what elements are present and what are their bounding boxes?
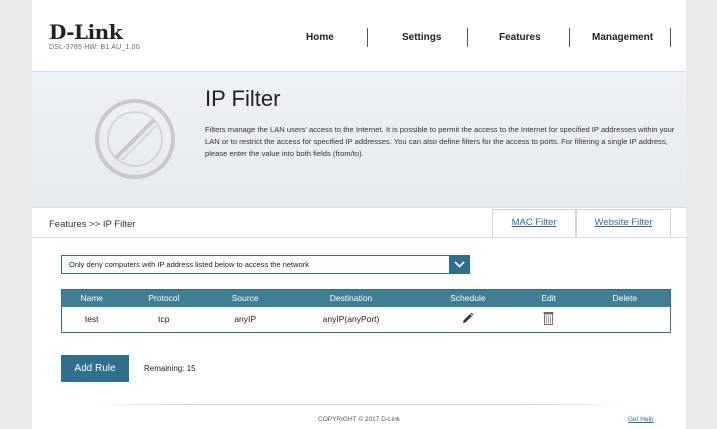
column-header-edit: Edit: [517, 289, 580, 307]
tab-mac-filter[interactable]: MAC Filter: [492, 209, 576, 237]
remaining-count: Remaining: 15: [144, 364, 196, 373]
copyright-text: COPYRIGHT © 2017 D-Link: [318, 416, 400, 423]
page-title: IP Filter: [205, 86, 281, 111]
forbidden-icon: [95, 99, 175, 179]
column-header-schedule: Schedule: [417, 289, 518, 307]
nav-separator: [367, 28, 368, 47]
cell-source: anyIP: [206, 306, 285, 333]
cell-schedule: [417, 306, 518, 333]
nav-features[interactable]: Features: [499, 32, 541, 43]
nav-home[interactable]: Home: [306, 32, 334, 43]
model-info: DSL-3785 HW: B1 AU_1.00: [49, 44, 140, 51]
column-header-destination: Destination: [284, 289, 418, 307]
dropdown-button[interactable]: [449, 255, 470, 274]
pencil-icon[interactable]: [461, 312, 474, 325]
logo-text: D-Link: [49, 20, 123, 44]
page-container: D-Link DSL-3785 HW: B1 AU_1.00 Home Sett…: [32, 0, 686, 429]
table-header-row: Name Protocol Source Destination Schedul…: [61, 289, 671, 307]
trash-icon[interactable]: [543, 311, 554, 326]
column-header-protocol: Protocol: [121, 289, 207, 307]
breadcrumb: Features >> IP Filter: [49, 219, 136, 230]
column-header-source: Source: [206, 289, 285, 307]
nav-separator: [569, 28, 570, 47]
nav-management[interactable]: Management: [592, 32, 653, 43]
cell-destination: anyIP(anyPort): [284, 306, 418, 333]
get-help-link[interactable]: Get Help: [628, 416, 654, 423]
filter-mode-select[interactable]: Only deny computers with IP address list…: [61, 255, 470, 274]
page-banner: IP Filter Filters manage the LAN users' …: [32, 71, 686, 208]
chevron-down-icon: [454, 261, 465, 268]
nav-settings[interactable]: Settings: [402, 32, 441, 43]
column-header-delete: Delete: [579, 289, 671, 307]
table-row: test tcp anyIP anyIP(anyPort): [61, 306, 671, 333]
dlink-logo: D-Link DSL-3785 HW: B1 AU_1.00: [49, 22, 140, 51]
cell-name: test: [61, 306, 122, 333]
cell-edit: [517, 306, 580, 333]
tab-website-filter[interactable]: Website Filter: [576, 209, 671, 237]
section-divider: [32, 237, 686, 238]
footer-divider: [89, 404, 629, 405]
cell-delete: [579, 306, 671, 333]
nav-separator: [670, 28, 671, 47]
column-header-name: Name: [61, 289, 122, 307]
rules-table: Name Protocol Source Destination Schedul…: [61, 289, 671, 333]
nav-separator: [467, 28, 468, 47]
page-description: Filters manage the LAN users' access to …: [205, 125, 675, 158]
filter-mode-value: Only deny computers with IP address list…: [69, 260, 309, 269]
add-rule-button[interactable]: Add Rule: [61, 355, 129, 382]
cell-protocol: tcp: [121, 306, 207, 333]
